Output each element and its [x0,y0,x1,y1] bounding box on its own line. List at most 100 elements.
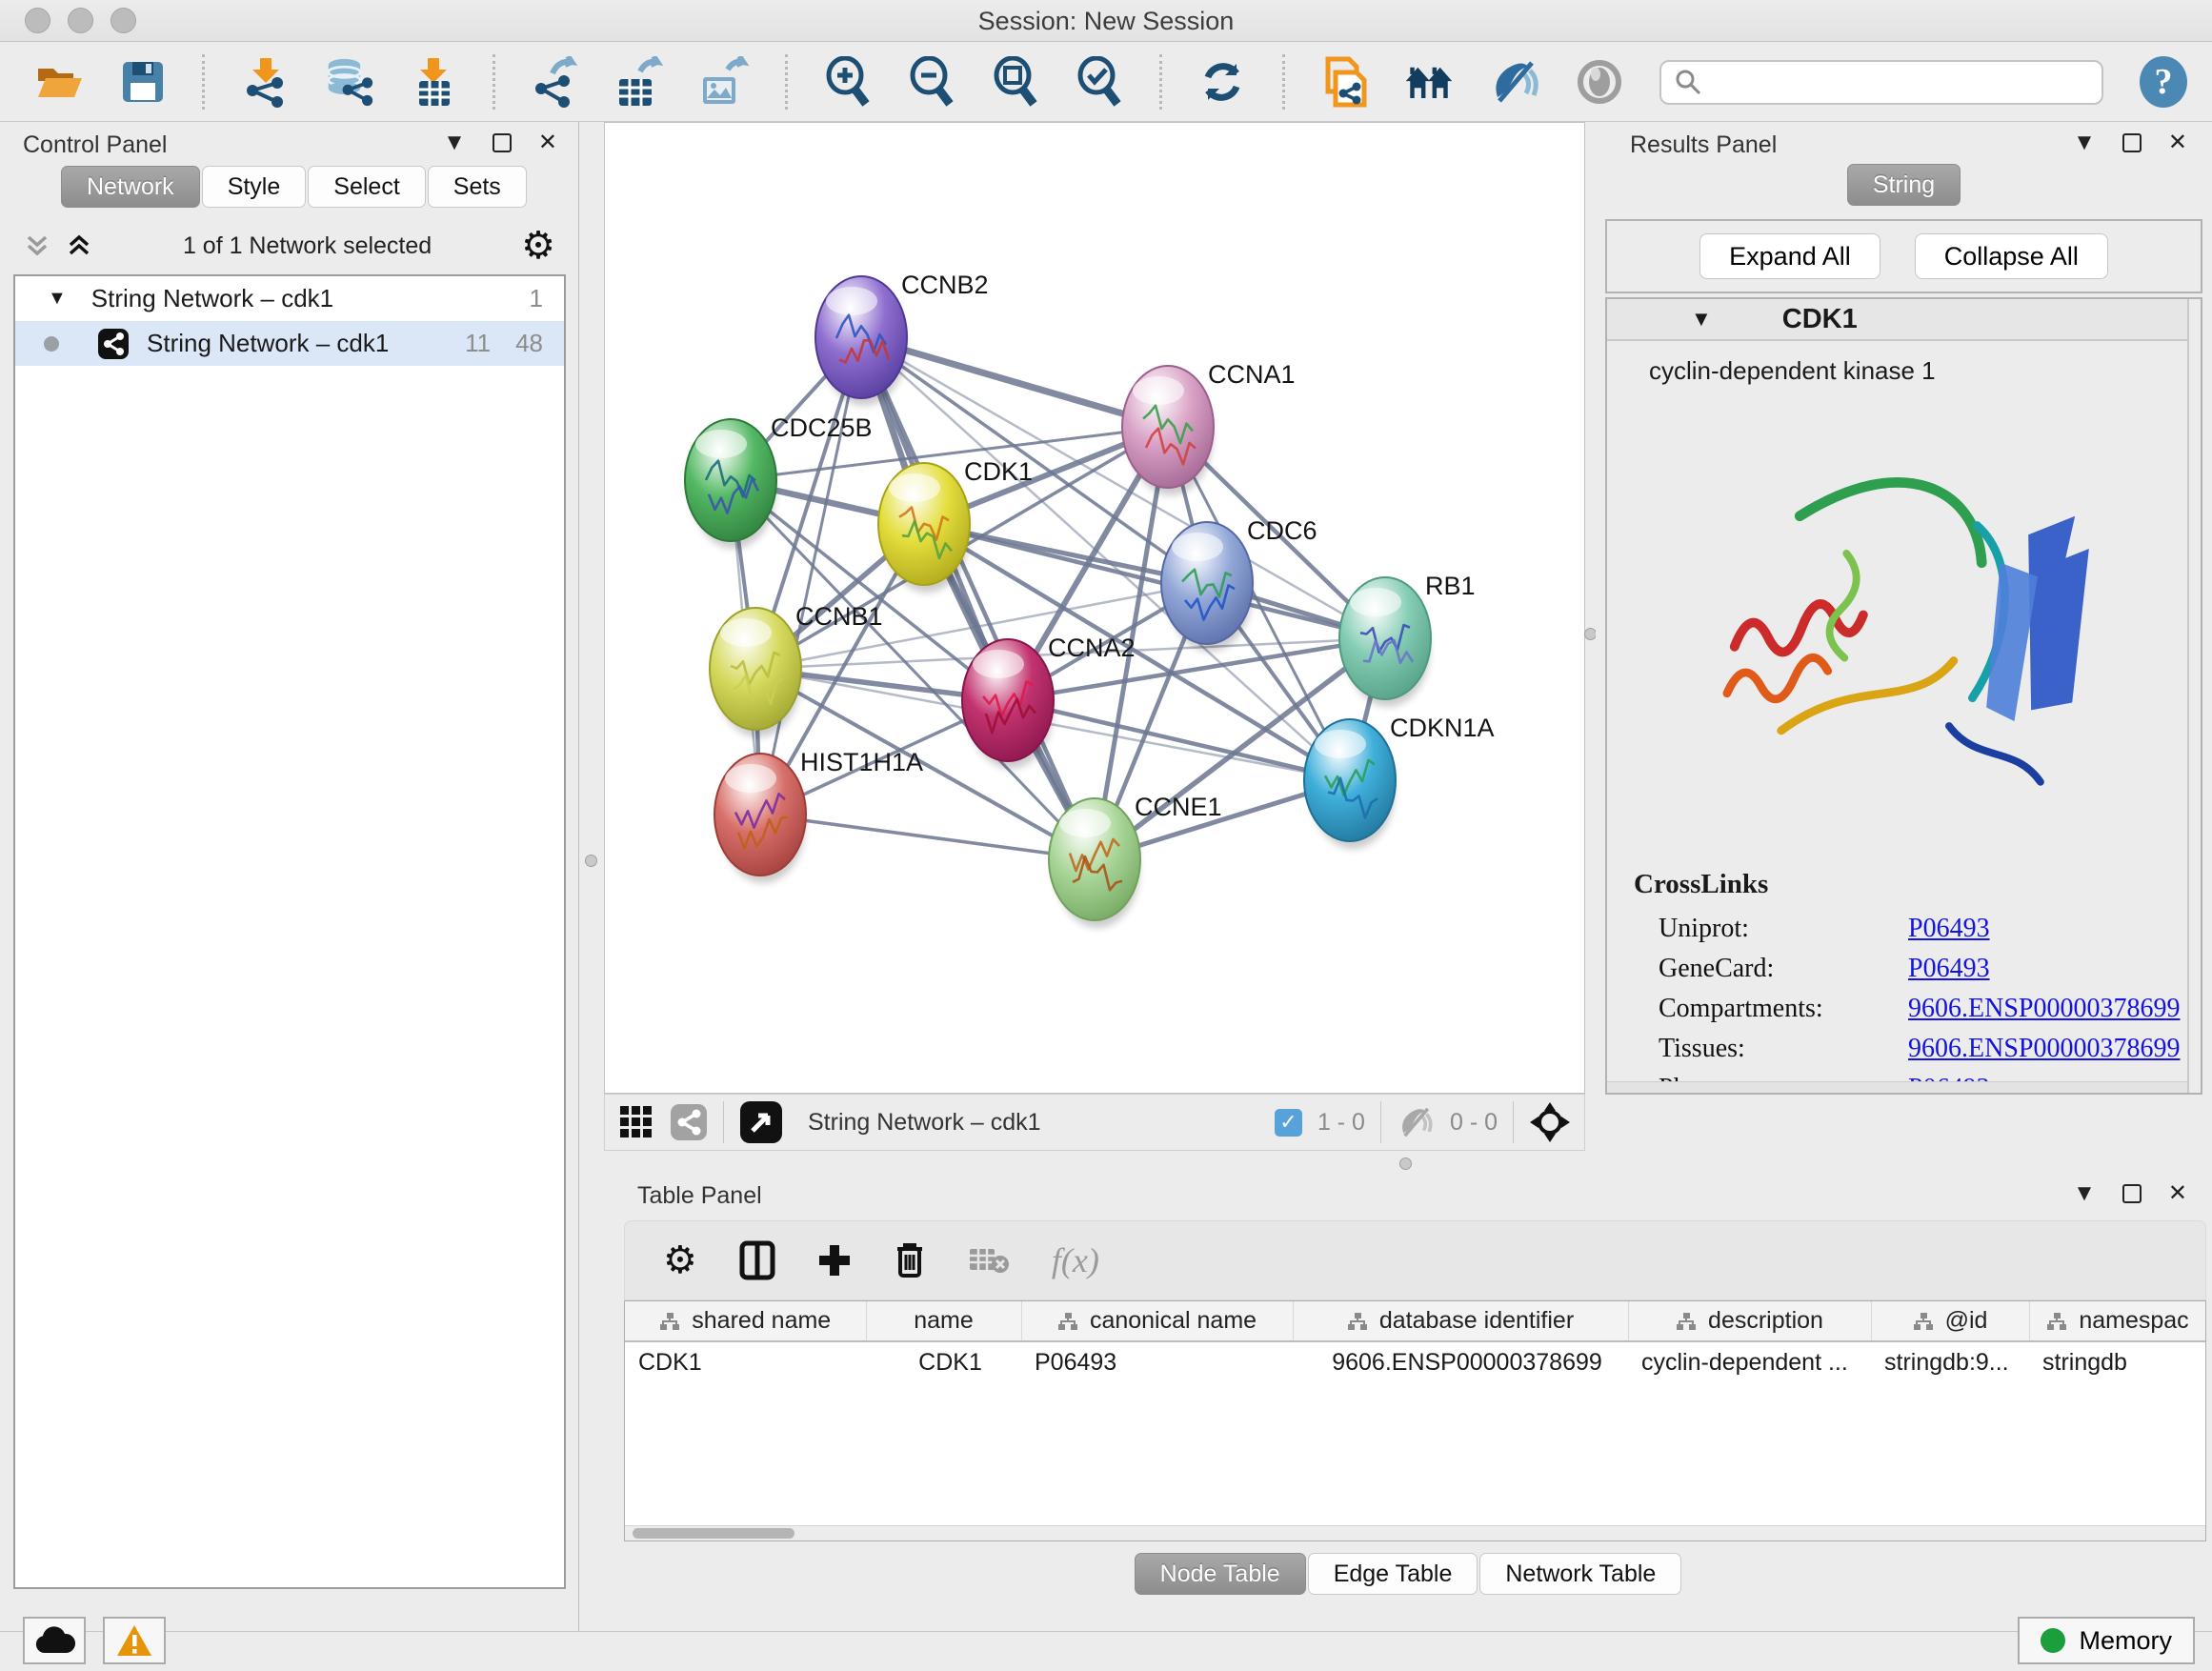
export-table-button[interactable] [615,55,663,109]
delete-column-button[interactable] [894,1241,926,1279]
table-row[interactable]: CDK1 CDK1 P06493 9606.ENSP00000378699 cy… [625,1341,2206,1383]
tab-network-table[interactable]: Network Table [1479,1553,1681,1595]
import-network-from-database-button[interactable] [325,55,374,109]
zoom-selected-button[interactable] [1076,55,1123,109]
network-node-CDKN1A[interactable]: CDKN1A [1304,714,1495,841]
gene-description: cyclin-dependent kinase 1 [1607,341,2201,386]
fit-selected-crosshair-icon[interactable] [1529,1101,1571,1143]
close-table-icon[interactable]: ✕ [2168,1182,2187,1205]
cell-canonical-name[interactable]: P06493 [1021,1341,1293,1383]
left-splitter-handle[interactable] [585,855,597,867]
zoom-out-button[interactable] [908,55,955,109]
table-horizontal-scrollbar[interactable] [625,1525,2205,1540]
tab-string[interactable]: String [1847,164,1961,206]
network-node-RB1[interactable]: RB1 [1339,572,1476,699]
refresh-button[interactable] [1198,55,1246,109]
gene-section-header[interactable]: ▼ CDK1 [1607,299,2201,341]
cloud-status-button[interactable] [23,1617,86,1664]
zoom-in-button[interactable] [824,55,872,109]
column-header-shared-name[interactable]: shared name [625,1301,866,1341]
network-options-gear-icon[interactable]: ⚙ [521,227,555,265]
table-options-button[interactable]: ⚙ [663,1241,697,1279]
network-node-CCNB1[interactable]: CCNB1 [710,602,883,730]
network-collection-row[interactable]: ▼ String Network – cdk1 1 [15,276,564,321]
cell-database-identifier[interactable]: 9606.ENSP00000378699 [1293,1341,1628,1383]
network-row-selected[interactable]: String Network – cdk1 11 48 [15,321,564,366]
show-columns-button[interactable] [739,1240,775,1280]
show-panels-button[interactable] [1576,55,1623,109]
network-view-icon[interactable] [670,1103,708,1141]
tab-network[interactable]: Network [61,166,200,208]
float-table-icon[interactable] [2122,1184,2142,1203]
network-node-CCNB2[interactable]: CCNB2 [815,271,989,398]
save-session-button[interactable] [120,55,166,109]
home-button[interactable] [1404,55,1454,109]
import-table-button[interactable] [411,55,456,109]
search-input[interactable] [1711,69,2088,96]
collapse-table-icon[interactable]: ▼ [2073,1182,2096,1205]
collapse-all-button[interactable]: Collapse All [1915,233,2108,279]
network-node-CDC25B[interactable]: CDC25B [685,413,873,541]
add-column-button[interactable] [817,1243,852,1278]
close-panel-icon[interactable]: ✕ [538,131,557,154]
cell-shared-name[interactable]: CDK1 [625,1341,866,1383]
delete-table-button[interactable] [968,1245,1010,1276]
network-node-CCNA2[interactable]: CCNA2 [962,634,1136,761]
crosslink-uniprot-link[interactable]: P06493 [1908,914,1990,944]
tab-style[interactable]: Style [202,166,307,208]
open-session-button[interactable] [36,55,84,109]
copy-network-button[interactable] [1321,55,1367,109]
bottom-splitter-handle[interactable] [1399,1158,1412,1170]
import-network-button[interactable] [241,55,289,109]
crosslink-genecard-link[interactable]: P06493 [1908,954,1990,984]
column-header-description[interactable]: description [1628,1301,1871,1341]
tab-node-table[interactable]: Node Table [1135,1553,1306,1595]
zoom-fit-button[interactable] [992,55,1039,109]
collapse-panel-icon[interactable]: ▼ [443,131,466,154]
tree-expand-icon[interactable]: ▼ [48,288,67,310]
grid-view-icon[interactable] [618,1104,654,1140]
crosslink-compartments-link[interactable]: 9606.ENSP00000378699 [1908,994,2180,1024]
export-image-button[interactable] [699,55,749,109]
scrollbar-thumb[interactable] [633,1528,794,1539]
cell-name[interactable]: CDK1 [866,1341,1021,1383]
export-network-button[interactable] [532,55,579,109]
search-box[interactable] [1659,60,2103,105]
hide-panels-button[interactable] [1490,55,1539,109]
column-header-id[interactable]: @id [1871,1301,2029,1341]
expand-all-icon[interactable] [65,232,93,260]
collapse-results-icon[interactable]: ▼ [2073,131,2096,154]
birdseye-view-icon[interactable] [739,1100,783,1144]
column-header-canonical-name[interactable]: canonical name [1021,1301,1293,1341]
selected-checkbox-icon[interactable]: ✓ [1275,1109,1302,1137]
expand-all-button[interactable]: Expand All [1699,233,1880,279]
close-results-icon[interactable]: ✕ [2168,131,2187,154]
column-header-name[interactable]: name [866,1301,1021,1341]
network-node-CCNE1[interactable]: CCNE1 [1049,793,1222,920]
tab-edge-table[interactable]: Edge Table [1308,1553,1478,1595]
warnings-button[interactable] [103,1617,166,1664]
network-node-CDC6[interactable]: CDC6 [1161,516,1317,644]
memory-button[interactable]: Memory [2018,1617,2195,1664]
cell-description[interactable]: cyclin-dependent ... [1628,1341,1871,1383]
collection-count: 1 [530,284,543,313]
tab-sets[interactable]: Sets [428,166,527,208]
cell-id[interactable]: stringdb:9... [1871,1341,2029,1383]
node-label-HIST1H1A: HIST1H1A [800,748,923,776]
function-builder-label[interactable]: f(x) [1052,1240,1099,1280]
float-results-icon[interactable] [2122,133,2142,152]
help-button[interactable]: ? [2140,56,2187,108]
float-panel-icon[interactable] [493,133,512,152]
string-network-graph[interactable]: CCNB2CCNA1CDC25BCDK1CDC6RB1CCNB1CCNA2CDK… [605,123,1584,1093]
cell-namespace[interactable]: stringdb [2029,1341,2206,1383]
network-canvas[interactable]: CCNB2CCNA1CDC25BCDK1CDC6RB1CCNB1CCNA2CDK… [604,122,1585,1094]
section-collapse-icon[interactable]: ▼ [1691,307,1712,332]
column-header-namespace[interactable]: namespac [2029,1301,2206,1341]
results-horizontal-scrollbar[interactable] [1607,1081,2187,1093]
tab-select[interactable]: Select [308,166,425,208]
crosslink-tissues-link[interactable]: 9606.ENSP00000378699 [1908,1034,2180,1064]
column-header-database-identifier[interactable]: database identifier [1293,1301,1628,1341]
network-node-HIST1H1A[interactable]: HIST1H1A [714,748,923,876]
results-vertical-scrollbar[interactable] [2187,299,2201,1093]
collapse-all-icon[interactable] [23,232,51,260]
